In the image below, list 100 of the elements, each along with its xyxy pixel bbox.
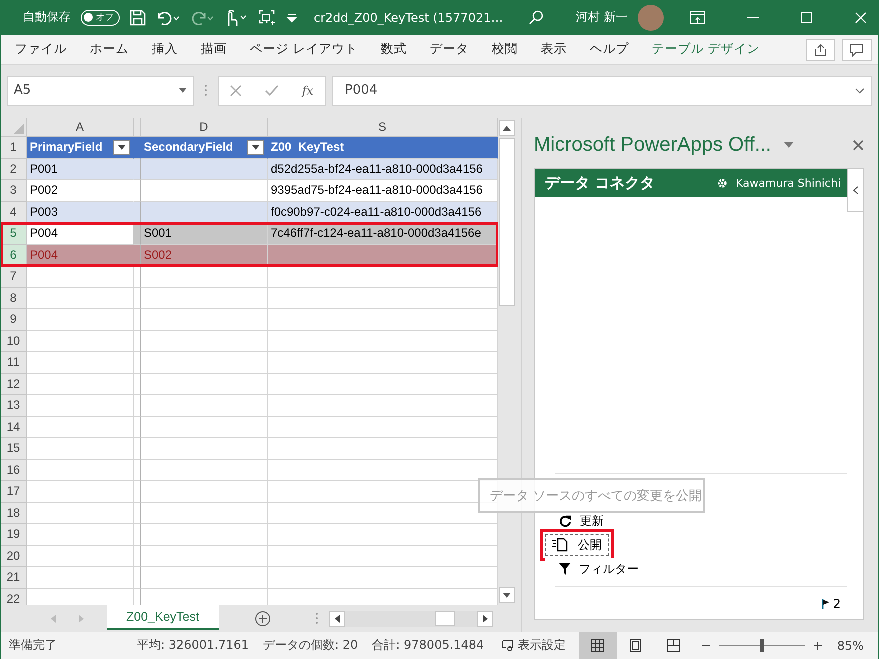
- autosave-label: 自動保存: [23, 9, 71, 26]
- ribbon-tab[interactable]: 挿入: [152, 41, 178, 58]
- search-icon[interactable]: [529, 10, 546, 26]
- view-button[interactable]: [579, 632, 618, 659]
- ribbon-display-icon[interactable]: [690, 10, 706, 24]
- zoom-in-icon[interactable]: [813, 640, 824, 650]
- tooltip: データ ソースのすべての変更を公開: [478, 478, 705, 513]
- settings-icon[interactable]: [716, 178, 728, 188]
- chevron-left-icon: [852, 186, 858, 194]
- screenshot-icon[interactable]: [258, 8, 276, 26]
- comment-icon: [850, 42, 864, 56]
- scroll-right-button[interactable]: [477, 610, 493, 626]
- row-header[interactable]: 6: [1, 244, 27, 266]
- caret-icon: [179, 88, 187, 93]
- row-header[interactable]: 20: [1, 546, 27, 567]
- ribbon-tab[interactable]: 数式: [380, 41, 407, 58]
- sheet-tab[interactable]: Z00_KeyTest: [107, 605, 219, 630]
- row-header[interactable]: 3: [1, 180, 27, 202]
- row-header[interactable]: 18: [1, 502, 27, 524]
- name-box[interactable]: A5: [7, 76, 194, 106]
- column-header[interactable]: S: [268, 118, 498, 137]
- maximize-icon[interactable]: [800, 10, 814, 24]
- row-header[interactable]: 19: [1, 524, 27, 546]
- save-icon[interactable]: [130, 10, 146, 26]
- display-settings-button[interactable]: 表示設定: [498, 637, 570, 654]
- ribbon-tab[interactable]: 校閲: [492, 41, 518, 58]
- ribbon-tab[interactable]: 表示: [540, 41, 567, 58]
- caret-up-icon: [503, 126, 511, 130]
- row-header[interactable]: 12: [1, 374, 27, 395]
- column-header[interactable]: A: [27, 118, 134, 137]
- row-header[interactable]: 15: [1, 438, 27, 460]
- customize-icon[interactable]: [286, 12, 298, 22]
- scrollbar-thumb[interactable]: [435, 611, 455, 626]
- formula-input[interactable]: P004: [332, 76, 872, 106]
- display-settings-icon: [502, 640, 516, 652]
- ribbon-tab[interactable]: ページ レイアウト: [250, 41, 358, 58]
- close-icon[interactable]: [853, 140, 864, 150]
- user-name: 河村 新一: [576, 9, 628, 26]
- table-cell: 9395ad75-bf24-ea11-a810-000d3a4156: [268, 180, 498, 202]
- avatar: [638, 4, 664, 30]
- page-break-icon: [667, 638, 682, 652]
- ribbon-tab[interactable]: 描画: [201, 41, 227, 58]
- autosave-toggle[interactable]: オフ: [81, 10, 120, 26]
- redo-icon[interactable]: [190, 10, 214, 26]
- table-cell: S001: [141, 223, 268, 244]
- row-header[interactable]: 16: [1, 460, 27, 481]
- count-text: データの個数: 20: [263, 637, 358, 654]
- caret-left-icon: [334, 614, 340, 622]
- caret-icon: [503, 592, 511, 598]
- row-header[interactable]: 8: [1, 288, 27, 309]
- table-cell: P003: [27, 202, 134, 223]
- caret-icon[interactable]: [784, 142, 794, 148]
- row-header[interactable]: 9: [1, 309, 27, 330]
- ribbon-tab[interactable]: ホーム: [90, 41, 129, 58]
- add-sheet-icon[interactable]: [255, 610, 271, 626]
- scrollbar-thumb[interactable]: [499, 138, 515, 306]
- row-header[interactable]: 11: [1, 352, 27, 374]
- filter-button[interactable]: [247, 140, 264, 155]
- insert-function-button[interactable]: fx: [302, 84, 314, 98]
- sum-text: 合計: 978005.1484: [372, 637, 484, 654]
- caret-icon: [252, 144, 260, 150]
- share-button[interactable]: [806, 38, 836, 60]
- share-icon: [814, 42, 828, 56]
- table-cell: P001: [27, 158, 134, 180]
- row-header[interactable]: 1: [1, 137, 27, 158]
- ribbon-tab[interactable]: テーブル デザイン: [652, 41, 760, 58]
- table-cell: P004: [27, 223, 134, 244]
- table-header-cell: PrimaryField: [27, 137, 134, 158]
- average-text: 平均: 326001.7161: [137, 637, 250, 654]
- comments-button[interactable]: [842, 38, 872, 60]
- filter-icon: [559, 563, 571, 575]
- row-header[interactable]: 5: [1, 223, 27, 244]
- table-cell: d52d255a-bf24-ea11-a810-000d3a4156: [268, 158, 498, 180]
- expand-icon[interactable]: [855, 88, 865, 94]
- row-header[interactable]: 13: [1, 395, 27, 416]
- table-cell: S002: [141, 244, 268, 266]
- flag-icon: [822, 599, 830, 609]
- undo-icon[interactable]: [156, 10, 180, 26]
- row-header[interactable]: 22: [1, 588, 27, 605]
- document-title: cr2dd_Z00_KeyTest (1577021…: [314, 10, 504, 24]
- row-header[interactable]: 14: [1, 416, 27, 438]
- row-header[interactable]: 4: [1, 202, 27, 223]
- flag-count: 2: [833, 597, 841, 611]
- row-header[interactable]: 17: [1, 481, 27, 502]
- ribbon-tab[interactable]: ヘルプ: [590, 41, 629, 58]
- scroll-down-button[interactable]: [499, 587, 515, 603]
- zoom-slider[interactable]: [760, 639, 764, 652]
- ribbon-tab[interactable]: データ: [430, 41, 469, 58]
- table-cell: 7c46ff7f-c124-ea11-a810-000d3a4156e: [268, 223, 498, 244]
- table-cell: f0c90b97-c024-ea11-a810-000d3a4156: [268, 202, 498, 223]
- row-header[interactable]: 7: [1, 266, 27, 288]
- row-header[interactable]: 10: [1, 330, 27, 352]
- row-header[interactable]: 21: [1, 567, 27, 588]
- status-text: 準備完了: [9, 637, 57, 654]
- row-header[interactable]: 2: [1, 158, 27, 180]
- column-header[interactable]: D: [141, 118, 268, 137]
- filter-button[interactable]: [113, 140, 130, 155]
- scroll-up-button[interactable]: [499, 120, 515, 136]
- scroll-left-button[interactable]: [329, 610, 345, 626]
- ribbon-tab[interactable]: ファイル: [15, 41, 67, 58]
